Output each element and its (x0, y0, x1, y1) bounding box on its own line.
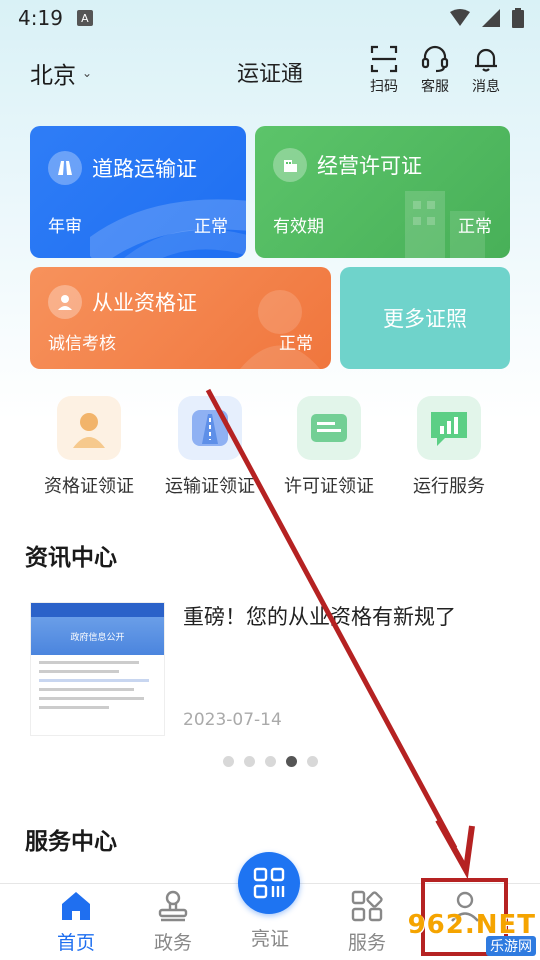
customer-service-button[interactable]: 客服 (413, 44, 457, 96)
carousel-dot[interactable] (222, 756, 234, 767)
message-button[interactable]: 消息 (464, 44, 508, 96)
customer-service-label: 客服 (421, 79, 449, 95)
quick-action-label: 许可证领证 (284, 476, 374, 497)
thumb-line (39, 697, 144, 700)
scan-icon (370, 45, 398, 73)
quick-action-qualification[interactable]: 资格证领证 (24, 396, 154, 498)
building-decoration-icon (405, 191, 485, 258)
tab-show-label: 亮证 (250, 928, 289, 950)
news-thumbnail: 政府信息公开 (30, 602, 165, 736)
person-decoration-icon (240, 290, 320, 369)
carousel-dots (0, 756, 540, 767)
quick-action-transport[interactable]: 运输证领证 (145, 396, 275, 498)
carousel-dot[interactable] (264, 756, 276, 767)
message-label: 消息 (472, 79, 500, 95)
road-transport-card[interactable]: 道路运输证 年审 正常 (30, 126, 246, 258)
signal-icon (482, 9, 500, 27)
road-card-title-row: 道路运输证 (48, 151, 197, 185)
quick-action-label: 运行服务 (413, 476, 485, 497)
business-card-status: 正常 (458, 217, 492, 237)
tab-service[interactable]: 服务 (322, 888, 412, 955)
license-icon (297, 396, 361, 460)
quick-action-operation[interactable]: 运行服务 (384, 396, 514, 498)
news-card[interactable]: 政府信息公开 重磅！您的从业资格有新规了 2023-07-14 (30, 602, 510, 742)
battery-icon (512, 8, 524, 28)
scan-button[interactable]: 扫码 (362, 44, 406, 96)
business-license-card[interactable]: 经营许可证 有效期 正常 (255, 126, 510, 258)
headset-icon (421, 45, 449, 73)
road-card-sub: 年审 (48, 217, 82, 237)
business-card-title-row: 经营许可证 (273, 148, 422, 182)
app-header: 北京 ⌄ 运证通 扫码 客服 消息 (0, 42, 540, 102)
tab-gov[interactable]: 政务 (128, 888, 218, 955)
quick-action-label: 资格证领证 (44, 476, 134, 497)
more-certificates-card[interactable]: 更多证照 (340, 267, 510, 369)
chart-chat-icon (417, 396, 481, 460)
status-time: 4:19 (18, 6, 63, 30)
business-card-title: 经营许可证 (317, 154, 422, 178)
business-card-sub: 有效期 (273, 217, 324, 237)
tab-show[interactable]: 亮证 (225, 924, 315, 951)
road-card-title: 道路运输证 (92, 157, 197, 181)
tab-home[interactable]: 首页 (31, 888, 121, 955)
grid-icon (351, 890, 383, 922)
watermark-sub: 乐游网 (486, 936, 536, 956)
city-selector[interactable]: 北京 ⌄ (30, 56, 92, 90)
more-certificates-label: 更多证照 (383, 307, 467, 331)
thumb-line (39, 670, 119, 673)
tab-service-label: 服务 (347, 932, 386, 954)
carousel-dot[interactable] (306, 756, 318, 767)
news-section-title: 资讯中心 (25, 545, 117, 571)
road-icon (48, 151, 82, 185)
tab-home-label: 首页 (56, 932, 95, 954)
thumb-line (39, 661, 139, 664)
building-icon (273, 148, 307, 182)
qualification-card[interactable]: 从业资格证 诚信考核 正常 (30, 267, 331, 369)
tab-gov-label: 政务 (153, 932, 192, 954)
news-headline: 重磅！您的从业资格有新规了 (183, 605, 456, 629)
chevron-down-icon: ⌄ (82, 66, 93, 80)
thumb-caption: 政府信息公开 (70, 632, 125, 643)
qualification-card-title-row: 从业资格证 (48, 285, 197, 319)
scan-label: 扫码 (370, 79, 398, 95)
person-card-icon (57, 396, 121, 460)
home-icon (62, 892, 90, 920)
carousel-dot[interactable] (243, 756, 255, 767)
road-icon (178, 396, 242, 460)
notification-badge-icon: A (76, 10, 93, 26)
status-bar: 4:19 A (0, 0, 540, 36)
qr-code-icon (253, 867, 285, 899)
carousel-dot-active[interactable] (285, 756, 297, 767)
city-label: 北京 (30, 63, 76, 89)
watermark-logo: 962.NET 乐游网 (400, 910, 536, 956)
thumb-header (31, 603, 164, 617)
quick-actions: 资格证领证 运输证领证 许可证领证 运行服务 (0, 396, 540, 506)
qualification-card-sub: 诚信考核 (48, 334, 116, 354)
thumb-line (39, 688, 134, 691)
stamp-icon (158, 890, 188, 922)
thumb-line (39, 679, 149, 682)
qualification-card-status: 正常 (279, 334, 313, 354)
thumb-banner: 政府信息公开 (31, 617, 164, 655)
road-card-status: 正常 (194, 217, 228, 237)
show-certificate-button[interactable] (238, 852, 300, 914)
wifi-icon (450, 9, 470, 26)
news-date: 2023-07-14 (183, 710, 282, 730)
services-section-title: 服务中心 (25, 829, 117, 855)
quick-action-license[interactable]: 许可证领证 (264, 396, 394, 498)
person-icon (48, 285, 82, 319)
quick-action-label: 运输证领证 (165, 476, 255, 497)
bell-icon (475, 48, 497, 72)
thumb-line (39, 706, 109, 709)
qualification-card-title: 从业资格证 (92, 291, 197, 315)
